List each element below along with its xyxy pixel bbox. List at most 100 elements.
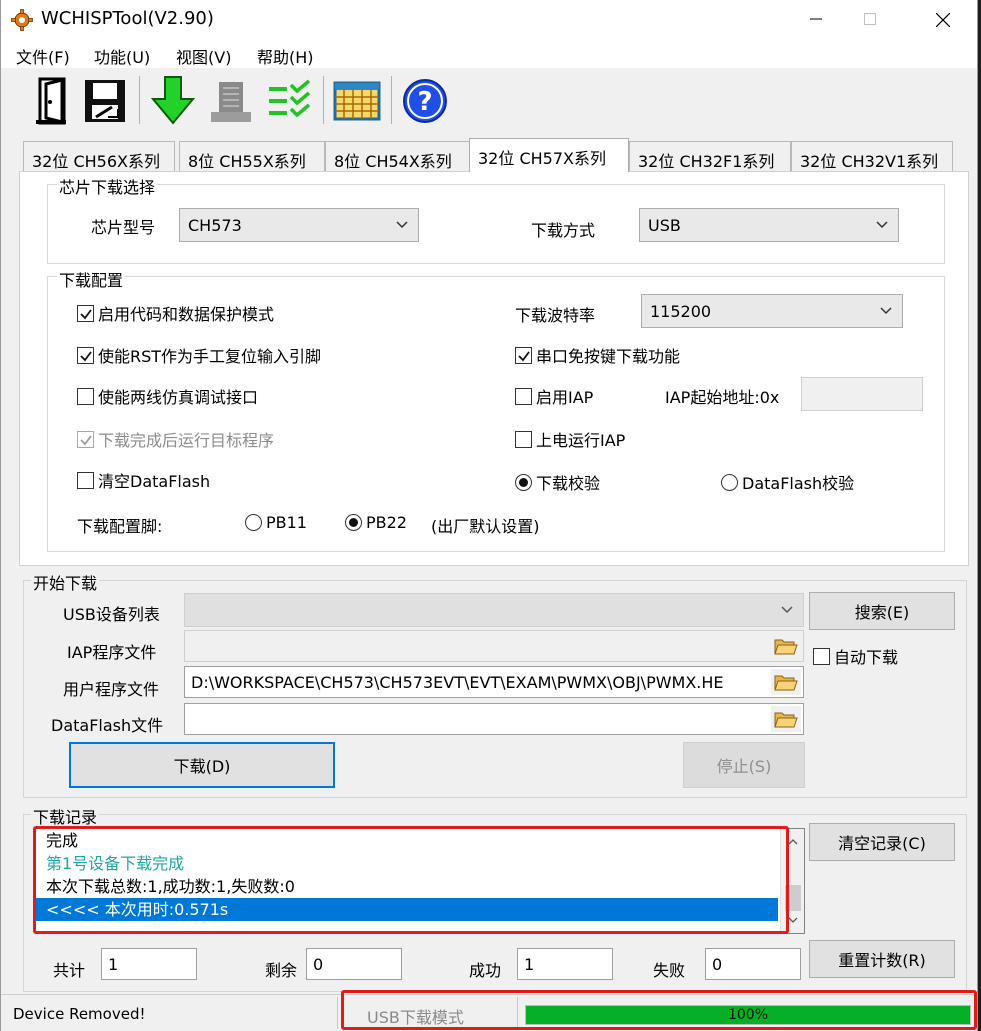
folder-open-icon xyxy=(774,639,798,655)
app-window: WCHISPTool(V2.90) 文件(F) 功能(U) 视图(V) 帮助(H… xyxy=(0,0,978,1031)
help-button[interactable]: ? xyxy=(399,74,451,128)
download-mode-status: USB下载模式 xyxy=(367,1008,464,1027)
pin-default-note: (出厂默认设置) xyxy=(431,517,540,536)
tab-ch54x[interactable]: 8位 CH54X系列 xyxy=(325,141,471,171)
start-download-title: 开始下载 xyxy=(31,570,100,594)
iap-file-input[interactable] xyxy=(184,630,804,662)
log-line[interactable]: 第1号设备下载完成 xyxy=(36,852,804,875)
svg-text:?: ? xyxy=(417,87,432,117)
remaining-label: 剩余 xyxy=(265,961,298,980)
fail-count: 0 xyxy=(705,948,801,980)
checkbox-checked-icon xyxy=(77,304,94,322)
enable-iap-checkbox[interactable]: 启用IAP xyxy=(515,384,593,408)
rst-pin-checkbox[interactable]: 使能RST作为手工复位输入引脚 xyxy=(77,343,321,367)
radio-selected-icon xyxy=(515,473,532,491)
scroll-up-icon[interactable] xyxy=(788,839,798,845)
dataflash-file-label: DataFlash文件 xyxy=(51,716,164,735)
log-scrollbar[interactable] xyxy=(780,829,804,933)
minimize-button[interactable] xyxy=(793,0,839,38)
auto-download-checkbox[interactable]: 自动下载 xyxy=(813,644,898,668)
chip-model-select[interactable]: CH573 xyxy=(179,208,419,242)
window-title: WCHISPTool(V2.90) xyxy=(41,8,214,29)
dataflash-file-input[interactable] xyxy=(184,703,804,735)
tab-ch32f1[interactable]: 32位 CH32F1系列 xyxy=(629,141,791,171)
search-button[interactable]: 搜索(E) xyxy=(809,592,955,630)
iap-address-input[interactable] xyxy=(801,377,923,411)
download-button[interactable]: 下载(D) xyxy=(69,742,335,788)
download-progress-bar: 100% xyxy=(525,1005,971,1025)
log-line[interactable]: 本次下载总数:1,成功数:1,失败数:0 xyxy=(36,875,804,898)
chip-model-label: 芯片型号 xyxy=(91,218,156,237)
tab-ch57x[interactable]: 32位 CH57X系列 xyxy=(469,138,629,172)
scroll-thumb[interactable] xyxy=(785,885,801,911)
baud-rate-label: 下载波特率 xyxy=(515,306,596,325)
calendar-button[interactable] xyxy=(331,74,383,128)
user-file-label: 用户程序文件 xyxy=(63,680,160,699)
remaining-count: 0 xyxy=(306,948,402,980)
success-count: 1 xyxy=(517,948,613,980)
download-arrow-icon xyxy=(150,76,196,125)
checkbox-checked-icon xyxy=(77,430,94,448)
checkbox-checked-icon xyxy=(77,346,94,364)
radio-unselected-icon xyxy=(245,514,262,531)
checkbox-unchecked-icon xyxy=(515,430,532,448)
menu-file[interactable]: 文件(F) xyxy=(16,44,70,68)
pin-pb22-label: PB22 xyxy=(366,513,407,532)
checkbox-unchecked-icon xyxy=(813,647,830,665)
power-on-iap-checkbox[interactable]: 上电运行IAP xyxy=(515,427,625,451)
chevron-down-icon xyxy=(880,307,892,315)
chip-icon xyxy=(211,82,251,122)
chevron-down-icon xyxy=(396,221,408,229)
download-log-list[interactable]: 完成 第1号设备下载完成 本次下载总数:1,成功数:1,失败数:0 <<<< 本次用时… xyxy=(35,828,805,934)
close-icon xyxy=(936,13,950,27)
pin-pb22-radio[interactable]: PB22 xyxy=(345,513,407,532)
chip-button[interactable] xyxy=(205,74,257,128)
menu-help[interactable]: 帮助(H) xyxy=(257,44,314,68)
log-line[interactable]: <<<< 本次用时:0.571s xyxy=(36,898,778,921)
title-bar[interactable]: WCHISPTool(V2.90) xyxy=(1,0,977,38)
maximize-button[interactable] xyxy=(847,0,893,38)
auto-download-label: 自动下载 xyxy=(834,648,899,667)
app-gear-icon xyxy=(11,9,33,31)
verify-list-button[interactable] xyxy=(263,74,315,128)
dataflash-verify-radio[interactable]: DataFlash校验 xyxy=(721,470,854,494)
chip-model-value: CH573 xyxy=(188,216,242,235)
download-config-title: 下载配置 xyxy=(57,267,126,291)
tab-ch32v1[interactable]: 32位 CH32V1系列 xyxy=(791,141,953,171)
reset-count-button[interactable]: 重置计数(R) xyxy=(809,940,955,978)
dataflash-verify-label: DataFlash校验 xyxy=(742,474,855,493)
config-pin-label: 下载配置脚: xyxy=(77,517,163,536)
run-after-download-checkbox[interactable]: 下载完成后运行目标程序 xyxy=(77,427,274,451)
exit-button[interactable] xyxy=(27,74,79,128)
device-status-text: Device Removed! xyxy=(13,1005,146,1023)
stop-button[interactable]: 停止(S) xyxy=(683,742,805,788)
download-verify-radio[interactable]: 下载校验 xyxy=(515,470,600,494)
user-file-browse-button[interactable] xyxy=(771,669,801,695)
checkbox-unchecked-icon xyxy=(77,471,94,489)
user-file-input[interactable]: D:\WORKSPACE\CH573\CH573EVT\EVT\EXAM\PWM… xyxy=(184,666,804,698)
two-wire-debug-checkbox[interactable]: 使能两线仿真调试接口 xyxy=(77,384,258,408)
protect-mode-checkbox[interactable]: 启用代码和数据保护模式 xyxy=(77,301,274,325)
baud-rate-select[interactable]: 115200 xyxy=(641,294,903,328)
log-line[interactable]: 完成 xyxy=(36,829,804,852)
save-button[interactable] xyxy=(79,74,131,128)
menu-view[interactable]: 视图(V) xyxy=(176,44,231,68)
menu-function[interactable]: 功能(U) xyxy=(94,44,150,68)
pin-pb11-radio[interactable]: PB11 xyxy=(245,513,307,532)
serial-no-key-checkbox[interactable]: 串口免按键下载功能 xyxy=(515,343,680,367)
clear-dataflash-checkbox[interactable]: 清空DataFlash xyxy=(77,468,210,492)
clear-log-button[interactable]: 清空记录(C) xyxy=(809,823,955,861)
progress-percent-text: 100% xyxy=(727,1007,769,1023)
iap-file-browse-button[interactable] xyxy=(771,633,801,659)
usb-device-select[interactable] xyxy=(184,593,804,627)
door-open-icon xyxy=(36,77,66,125)
scroll-down-icon[interactable] xyxy=(788,917,798,923)
download-toolbar-button[interactable] xyxy=(147,74,199,128)
close-button[interactable] xyxy=(919,0,965,38)
tab-ch55x[interactable]: 8位 CH55X系列 xyxy=(179,141,325,171)
tab-ch56x[interactable]: 32位 CH56X系列 xyxy=(23,141,175,171)
two-wire-debug-label: 使能两线仿真调试接口 xyxy=(98,388,259,407)
menu-bar: 文件(F) 功能(U) 视图(V) 帮助(H) xyxy=(1,38,977,68)
download-mode-select[interactable]: USB xyxy=(639,208,899,242)
dataflash-file-browse-button[interactable] xyxy=(771,706,801,732)
